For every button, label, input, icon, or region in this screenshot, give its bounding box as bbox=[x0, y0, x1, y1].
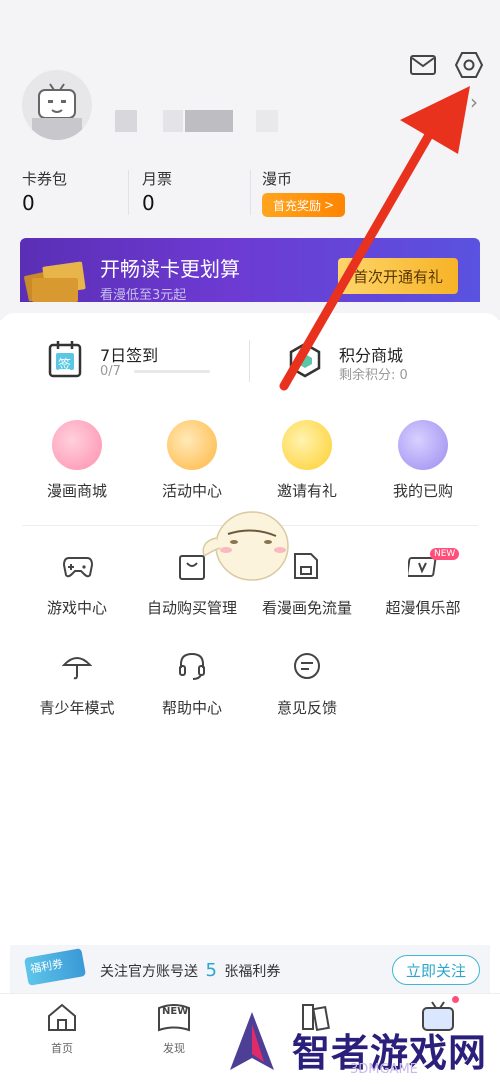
gift-icon bbox=[167, 420, 217, 470]
tv-mascot-icon bbox=[32, 83, 82, 140]
mail-icon[interactable] bbox=[410, 54, 436, 76]
grid-label: 游戏中心 bbox=[46, 599, 107, 617]
divider bbox=[128, 170, 129, 215]
shopping-bag-icon bbox=[52, 420, 102, 470]
checkin-progress-bar bbox=[134, 370, 210, 373]
watermark-sub: 3DMGAME bbox=[350, 1062, 418, 1077]
vip-club-entry[interactable]: NEW 超漫俱乐部 bbox=[368, 545, 478, 625]
coupon-label[interactable]: 卡券包 bbox=[22, 168, 67, 189]
grid-label: 帮助中心 bbox=[161, 699, 222, 717]
free-data-entry[interactable]: 看漫画免流量 bbox=[252, 545, 362, 625]
calendar-icon: 签 bbox=[48, 340, 82, 378]
sim-card-icon bbox=[293, 551, 319, 585]
grid-label: 我的已购 bbox=[392, 482, 453, 500]
divider bbox=[249, 340, 250, 382]
divider bbox=[250, 170, 251, 215]
auto-buy-bag-icon bbox=[178, 551, 206, 585]
comic-shop-entry[interactable]: 漫画商城 bbox=[22, 416, 132, 506]
grid-label: 自动购买管理 bbox=[146, 599, 237, 617]
grid-label: 看漫画免流量 bbox=[261, 599, 352, 617]
invite-gift-entry[interactable]: 邀请有礼 bbox=[252, 416, 362, 506]
purchased-book-icon bbox=[398, 420, 448, 470]
username-redacted bbox=[115, 110, 137, 132]
username-redacted bbox=[163, 110, 183, 132]
nav-new-badge: NEW bbox=[162, 1006, 189, 1017]
checkin-title[interactable]: 7日签到 bbox=[100, 342, 158, 366]
gold-cards-icon bbox=[22, 250, 94, 304]
banner-subtitle: 看漫低至3元起 bbox=[100, 288, 187, 303]
menu-card bbox=[0, 313, 500, 945]
nav-label: 发现 bbox=[163, 1042, 185, 1055]
coupon-ticket-icon: 福利券 bbox=[22, 945, 92, 987]
my-purchased-entry[interactable]: 我的已购 bbox=[368, 416, 478, 506]
watermark-logo bbox=[222, 1010, 282, 1078]
banner-title: 开畅读卡更划算 bbox=[100, 257, 240, 281]
grid-label: 超漫俱乐部 bbox=[385, 599, 461, 617]
feedback-icon bbox=[292, 651, 322, 685]
headset-icon bbox=[177, 651, 207, 685]
invite-card-icon bbox=[282, 420, 332, 470]
follow-banner-text: 关注官方账号送 5 张福利券 bbox=[100, 960, 280, 981]
game-center-entry[interactable]: 游戏中心 bbox=[22, 545, 132, 625]
umbrella-icon bbox=[61, 651, 93, 685]
grid-label: 青少年模式 bbox=[39, 699, 115, 717]
nav-discover[interactable]: NEW 发现 bbox=[144, 1000, 204, 1058]
checkin-icon-char: 签 bbox=[58, 358, 72, 373]
follow-text-after: 张福利券 bbox=[224, 964, 281, 980]
username-redacted bbox=[185, 110, 233, 132]
feedback-entry[interactable]: 意见反馈 bbox=[252, 645, 362, 725]
notification-dot bbox=[452, 996, 459, 1003]
grid-label: 意见反馈 bbox=[276, 699, 337, 717]
nav-home[interactable]: 首页 bbox=[32, 1002, 92, 1058]
teen-mode-entry[interactable]: 青少年模式 bbox=[22, 645, 132, 725]
settings-icon[interactable] bbox=[454, 51, 484, 79]
monthly-ticket-value[interactable]: 0 bbox=[142, 191, 155, 215]
avatar[interactable] bbox=[22, 70, 92, 140]
new-badge: NEW bbox=[430, 548, 460, 560]
annotation-arrow bbox=[270, 80, 490, 400]
follow-now-button[interactable]: 立即关注 bbox=[392, 955, 480, 985]
gamepad-icon bbox=[62, 553, 94, 583]
monthly-ticket-label[interactable]: 月票 bbox=[142, 168, 172, 189]
home-icon bbox=[46, 1002, 78, 1036]
follow-text-before: 关注官方账号送 bbox=[100, 964, 198, 980]
follow-count: 5 bbox=[205, 960, 217, 981]
auto-buy-entry[interactable]: 自动购买管理 bbox=[137, 545, 247, 625]
grid-label: 漫画商城 bbox=[46, 482, 107, 500]
checkin-progress-text: 0/7 bbox=[100, 364, 121, 379]
coupon-value[interactable]: 0 bbox=[22, 191, 35, 215]
help-center-entry[interactable]: 帮助中心 bbox=[137, 645, 247, 725]
activity-center-entry[interactable]: 活动中心 bbox=[137, 416, 247, 506]
nav-label: 首页 bbox=[51, 1042, 73, 1055]
